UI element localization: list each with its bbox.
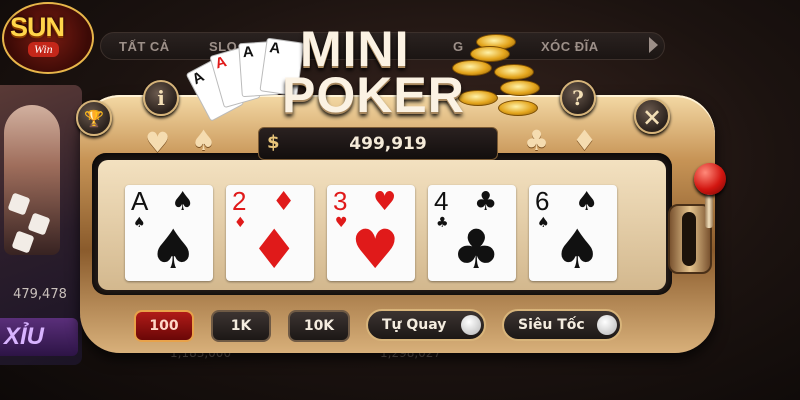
card-center-suit-icon: ♣	[452, 218, 501, 281]
turbo-label: Siêu Tốc	[518, 317, 585, 333]
bet-10k-button[interactable]: 10K	[288, 310, 350, 342]
card-rank: A	[131, 186, 149, 216]
bet-1k-button[interactable]: 1K	[211, 310, 271, 342]
card-rank: 3	[333, 186, 348, 216]
lever-icon[interactable]	[694, 163, 726, 195]
close-button[interactable]: ×	[634, 98, 670, 134]
lever-slot	[682, 212, 696, 266]
tab-all[interactable]: TẤT CẢ	[119, 39, 170, 54]
gold-coin-icon	[500, 80, 540, 96]
nav-next-arrow-icon[interactable]	[649, 37, 658, 53]
playing-card: 4 ♣ ♣ ♣	[428, 185, 516, 281]
playing-card: 3 ♥ ♥ ♥	[327, 185, 415, 281]
sunwin-logo: SUN Win	[2, 2, 94, 74]
title-poker: POKER	[282, 67, 465, 123]
playing-card: 2 ♦ ♦ ♦	[226, 185, 314, 281]
trophy-icon: 🏆	[84, 108, 104, 128]
card-center-suit-icon: ♥	[351, 218, 400, 281]
card-suit-icon: ♥	[373, 187, 397, 217]
info-icon: i	[157, 86, 165, 110]
dealer-figure	[4, 105, 60, 255]
card-corner-suit-icon: ♣	[436, 215, 449, 231]
card-suit-icon: ♠	[171, 187, 195, 217]
heart-suit-icon: ♥	[145, 126, 171, 159]
card-suit-icon: ♠	[575, 187, 599, 217]
auto-spin-toggle[interactable]: Tự Quay	[366, 309, 486, 341]
card-rank: 2	[232, 186, 247, 216]
card-rank: 4	[434, 186, 449, 216]
balance-value: 499,919	[349, 134, 427, 154]
spade-suit-icon: ♠	[191, 124, 217, 157]
playing-card: 6 ♠ ♠ ♠	[529, 185, 617, 281]
card-corner-suit-icon: ♥	[335, 215, 348, 231]
side-game-amount: 479,478	[13, 287, 67, 302]
card-rank: 6	[535, 186, 550, 216]
info-button[interactable]: i	[143, 80, 179, 116]
leaderboard-button[interactable]: 🏆	[76, 100, 112, 136]
card-corner-suit-icon: ♠	[537, 215, 550, 231]
gold-coin-icon	[494, 64, 534, 80]
toggle-knob	[461, 315, 481, 335]
card-suit-icon: ♦	[272, 187, 296, 217]
card-center-suit-icon: ♠	[149, 218, 198, 281]
tab-xoc-dia[interactable]: XÓC ĐĨA	[541, 39, 599, 54]
tab-game[interactable]: G	[453, 39, 464, 54]
close-icon: ×	[641, 101, 663, 131]
card-suit-icon: ♣	[474, 187, 498, 217]
club-suit-icon: ♣	[524, 124, 550, 157]
toggle-knob	[597, 315, 617, 335]
card-corner-suit-icon: ♦	[234, 215, 247, 231]
auto-spin-label: Tự Quay	[382, 317, 447, 333]
card-center-suit-icon: ♠	[553, 218, 602, 281]
card-corner-suit-icon: ♠	[133, 215, 146, 231]
logo-subtext: Win	[28, 42, 59, 57]
help-icon: ?	[572, 86, 584, 110]
balance-display: $ 499,919	[258, 127, 498, 160]
card-center-suit-icon: ♦	[250, 218, 299, 281]
turbo-toggle[interactable]: Siêu Tốc	[502, 309, 622, 341]
gold-coin-icon	[498, 100, 538, 116]
diamond-suit-icon: ♦	[572, 124, 598, 157]
playing-card: A ♠ ♠ ♠	[125, 185, 213, 281]
bet-100-button[interactable]: 100	[134, 310, 194, 342]
side-game-label[interactable]: XỈU	[0, 318, 78, 356]
help-button[interactable]: ?	[560, 80, 596, 116]
logo-text: SUN	[10, 12, 65, 42]
